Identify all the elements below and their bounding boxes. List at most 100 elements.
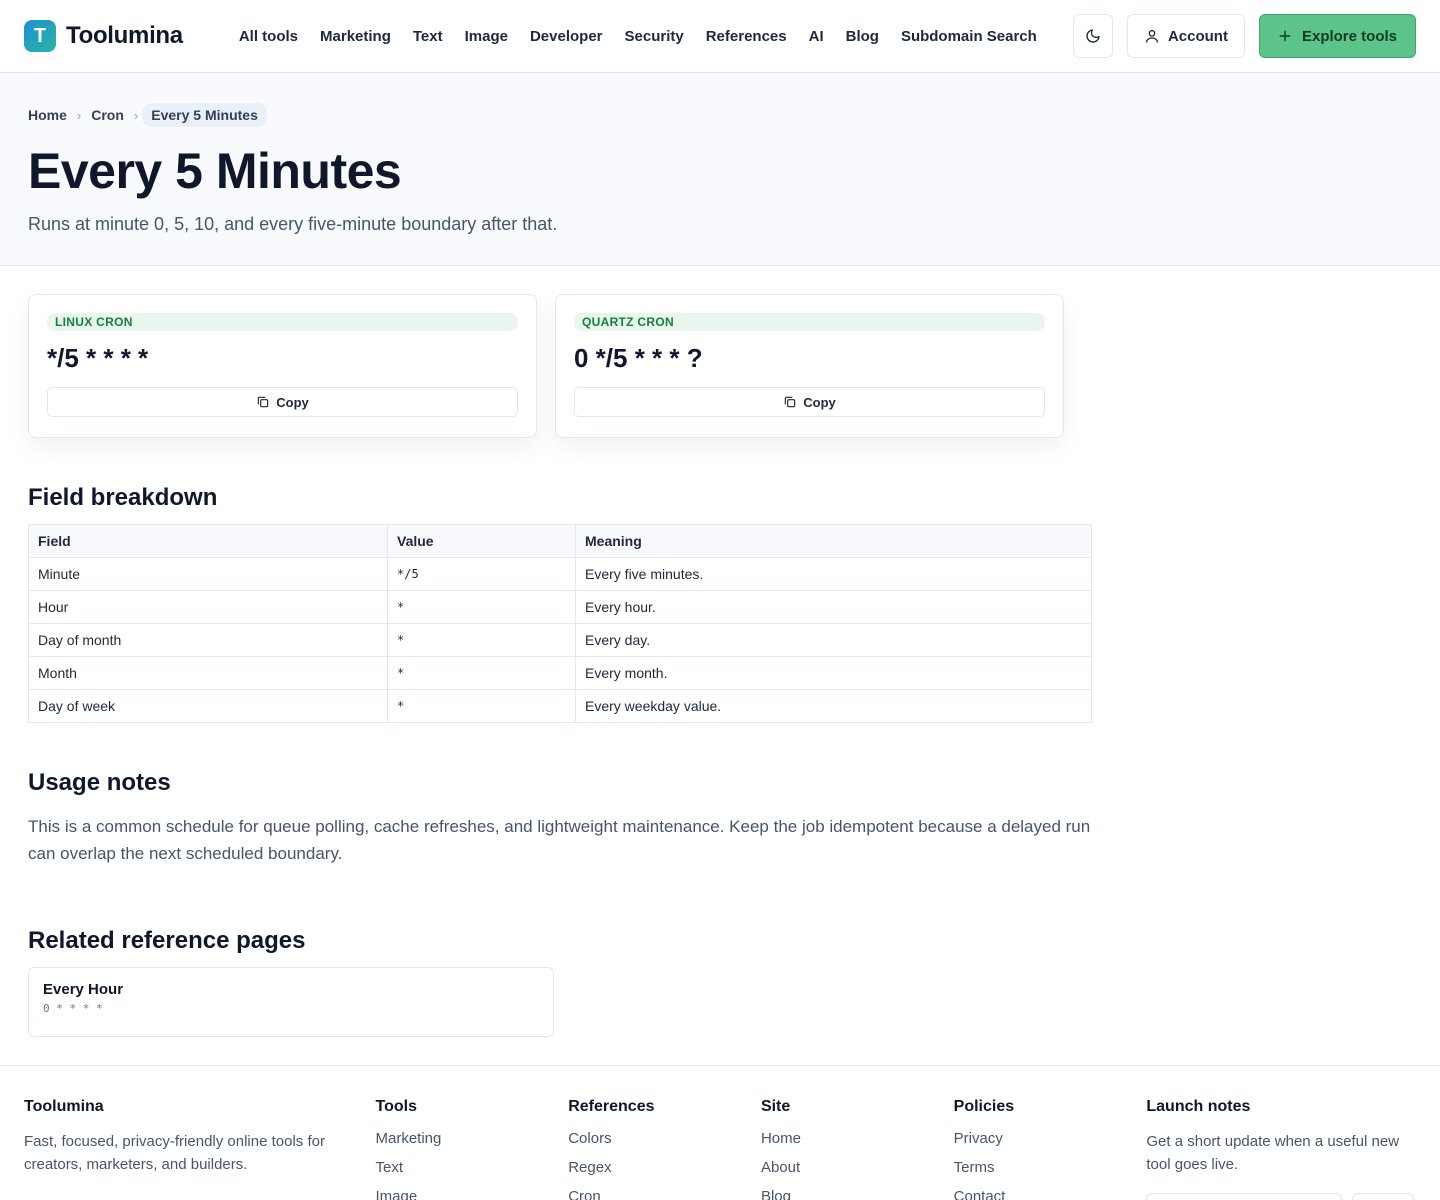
quartz-cron-card: QUARTZ CRON 0 */5 * * * ? Copy — [555, 294, 1064, 438]
footer-launch-heading: Launch notes — [1146, 1098, 1251, 1115]
footer-link[interactable]: Privacy — [954, 1130, 1147, 1147]
nav-text[interactable]: Text — [413, 28, 443, 45]
chevron-right-icon: › — [76, 107, 82, 123]
footer-tools: Tools Marketing Text Image — [376, 1098, 569, 1200]
footer-policies: Policies Privacy Terms Contact — [954, 1098, 1147, 1200]
newsletter-submit-button[interactable] — [1352, 1192, 1415, 1200]
value-cell: */5 — [387, 557, 576, 591]
footer-references: References Colors Regex Cron — [568, 1098, 761, 1200]
nav-image[interactable]: Image — [465, 28, 508, 45]
footer-link[interactable]: Blog — [761, 1188, 954, 1200]
breadcrumb-section[interactable]: Cron — [91, 107, 124, 123]
logo-text: Toolumina — [66, 22, 183, 49]
nav-blog[interactable]: Blog — [846, 28, 879, 45]
footer-link[interactable]: About — [761, 1159, 954, 1176]
footer-link[interactable]: Image — [376, 1188, 569, 1200]
cron-cards: LINUX CRON */5 * * * * Copy QUARTZ CRON … — [28, 294, 1064, 438]
nav-ai[interactable]: AI — [809, 28, 824, 45]
footer-references-heading: References — [568, 1098, 655, 1115]
field-cell: Day of month — [28, 623, 388, 657]
nav-subdomain-search[interactable]: Subdomain Search — [901, 28, 1037, 45]
related-pages-heading: Related reference pages — [28, 927, 306, 955]
field-cell: Minute — [28, 557, 388, 591]
page-title: Every 5 Minutes — [28, 143, 402, 199]
footer-site-heading: Site — [760, 1098, 791, 1115]
main-content: LINUX CRON */5 * * * * Copy QUARTZ CRON … — [0, 266, 1092, 1038]
nav-all-tools[interactable]: All tools — [239, 28, 298, 45]
logo[interactable]: T Toolumina — [24, 20, 183, 52]
footer-link[interactable]: Colors — [568, 1130, 761, 1147]
value-cell: * — [387, 656, 576, 690]
field-cell: Hour — [28, 590, 388, 624]
value-cell: * — [387, 623, 576, 657]
copy-icon — [785, 396, 796, 408]
footer-brand-text: Fast, focused, privacy-friendly online t… — [24, 1133, 325, 1174]
nav-security[interactable]: Security — [625, 28, 684, 45]
footer-brand-heading: Toolumina — [24, 1098, 104, 1115]
related-title: Every Hour — [43, 981, 124, 999]
site-footer: Toolumina Fast, focused, privacy-friendl… — [0, 1065, 1440, 1200]
breadcrumb-home[interactable]: Home — [28, 107, 67, 123]
page-subtitle: Runs at minute 0, 5, 10, and every five-… — [28, 213, 558, 234]
copy-button[interactable]: Copy — [574, 387, 1045, 417]
logo-mark: T — [24, 20, 56, 52]
main-nav: All tools Marketing Text Image Developer… — [239, 28, 1073, 45]
cron-expression: 0 */5 * * * ? — [574, 343, 703, 373]
account-button[interactable]: Account — [1126, 14, 1245, 58]
footer-link[interactable]: Terms — [954, 1159, 1147, 1176]
meaning-cell: Every weekday value. — [575, 689, 1092, 723]
column-header: Value — [387, 524, 576, 558]
nav-references[interactable]: References — [706, 28, 787, 45]
footer-link[interactable]: Text — [376, 1159, 569, 1176]
plus-icon — [1279, 30, 1291, 42]
card-label: LINUX CRON — [47, 313, 518, 331]
footer-link[interactable]: Cron — [568, 1188, 761, 1200]
nav-marketing[interactable]: Marketing — [320, 28, 391, 45]
value-cell: * — [387, 689, 576, 723]
user-icon — [1145, 30, 1158, 43]
cron-expression: */5 * * * * — [47, 343, 149, 373]
footer-link[interactable]: Regex — [568, 1159, 761, 1176]
table-row: Day of month * Every day. — [28, 623, 1092, 657]
related-expression: 0 * * * * — [43, 1002, 103, 1016]
table-row: Hour * Every hour. — [28, 590, 1092, 624]
header-actions: Account Explore tools — [1072, 14, 1416, 58]
theme-toggle-button[interactable] — [1072, 14, 1113, 58]
meaning-cell: Every month. — [575, 656, 1092, 690]
site-header: T Toolumina All tools Marketing Text Ima… — [0, 0, 1440, 73]
copy-icon — [258, 396, 269, 408]
moon-icon — [1086, 29, 1100, 43]
meaning-cell: Every hour. — [575, 590, 1092, 624]
footer-link[interactable]: Marketing — [376, 1130, 569, 1147]
meaning-cell: Every five minutes. — [575, 557, 1092, 591]
footer-brand: Toolumina Fast, focused, privacy-friendl… — [24, 1098, 376, 1200]
field-breakdown-table: Field Value Meaning Minute */5 Every fiv… — [28, 524, 1092, 723]
usage-notes-heading: Usage notes — [28, 769, 171, 796]
nav-developer[interactable]: Developer — [530, 28, 603, 45]
footer-site: Site Home About Blog — [761, 1098, 954, 1200]
footer-link[interactable]: Contact — [954, 1188, 1147, 1200]
newsletter-email-input[interactable] — [1146, 1192, 1343, 1200]
footer-tools-heading: Tools — [375, 1098, 417, 1115]
footer-link[interactable]: Home — [761, 1130, 954, 1147]
footer-launch-notes: Launch notes Get a short update when a u… — [1146, 1098, 1416, 1200]
card-label: QUARTZ CRON — [574, 313, 1045, 331]
explore-label: Explore tools — [1301, 27, 1397, 45]
linux-cron-card: LINUX CRON */5 * * * * Copy — [28, 294, 537, 438]
field-breakdown-heading: Field breakdown — [28, 484, 218, 511]
copy-button[interactable]: Copy — [47, 387, 518, 417]
table-row: Minute */5 Every five minutes. — [28, 557, 1092, 591]
table-row: Day of week * Every weekday value. — [28, 689, 1092, 723]
footer-policies-heading: Policies — [953, 1098, 1015, 1115]
table-header-row: Field Value Meaning — [28, 524, 1092, 558]
related-card-every-hour[interactable]: Every Hour 0 * * * * — [28, 967, 554, 1038]
page-hero: Home › Cron › Every 5 Minutes Every 5 Mi… — [0, 73, 1440, 266]
column-header: Meaning — [575, 524, 1092, 558]
meaning-cell: Every day. — [575, 623, 1092, 657]
breadcrumb-current: Every 5 Minutes — [142, 103, 267, 127]
usage-notes-text: This is a common schedule for queue poll… — [28, 817, 1091, 864]
explore-tools-button[interactable]: Explore tools — [1258, 14, 1416, 58]
breadcrumb: Home › Cron › Every 5 Minutes — [28, 103, 1412, 127]
field-cell: Day of week — [28, 689, 388, 723]
value-cell: * — [387, 590, 576, 624]
